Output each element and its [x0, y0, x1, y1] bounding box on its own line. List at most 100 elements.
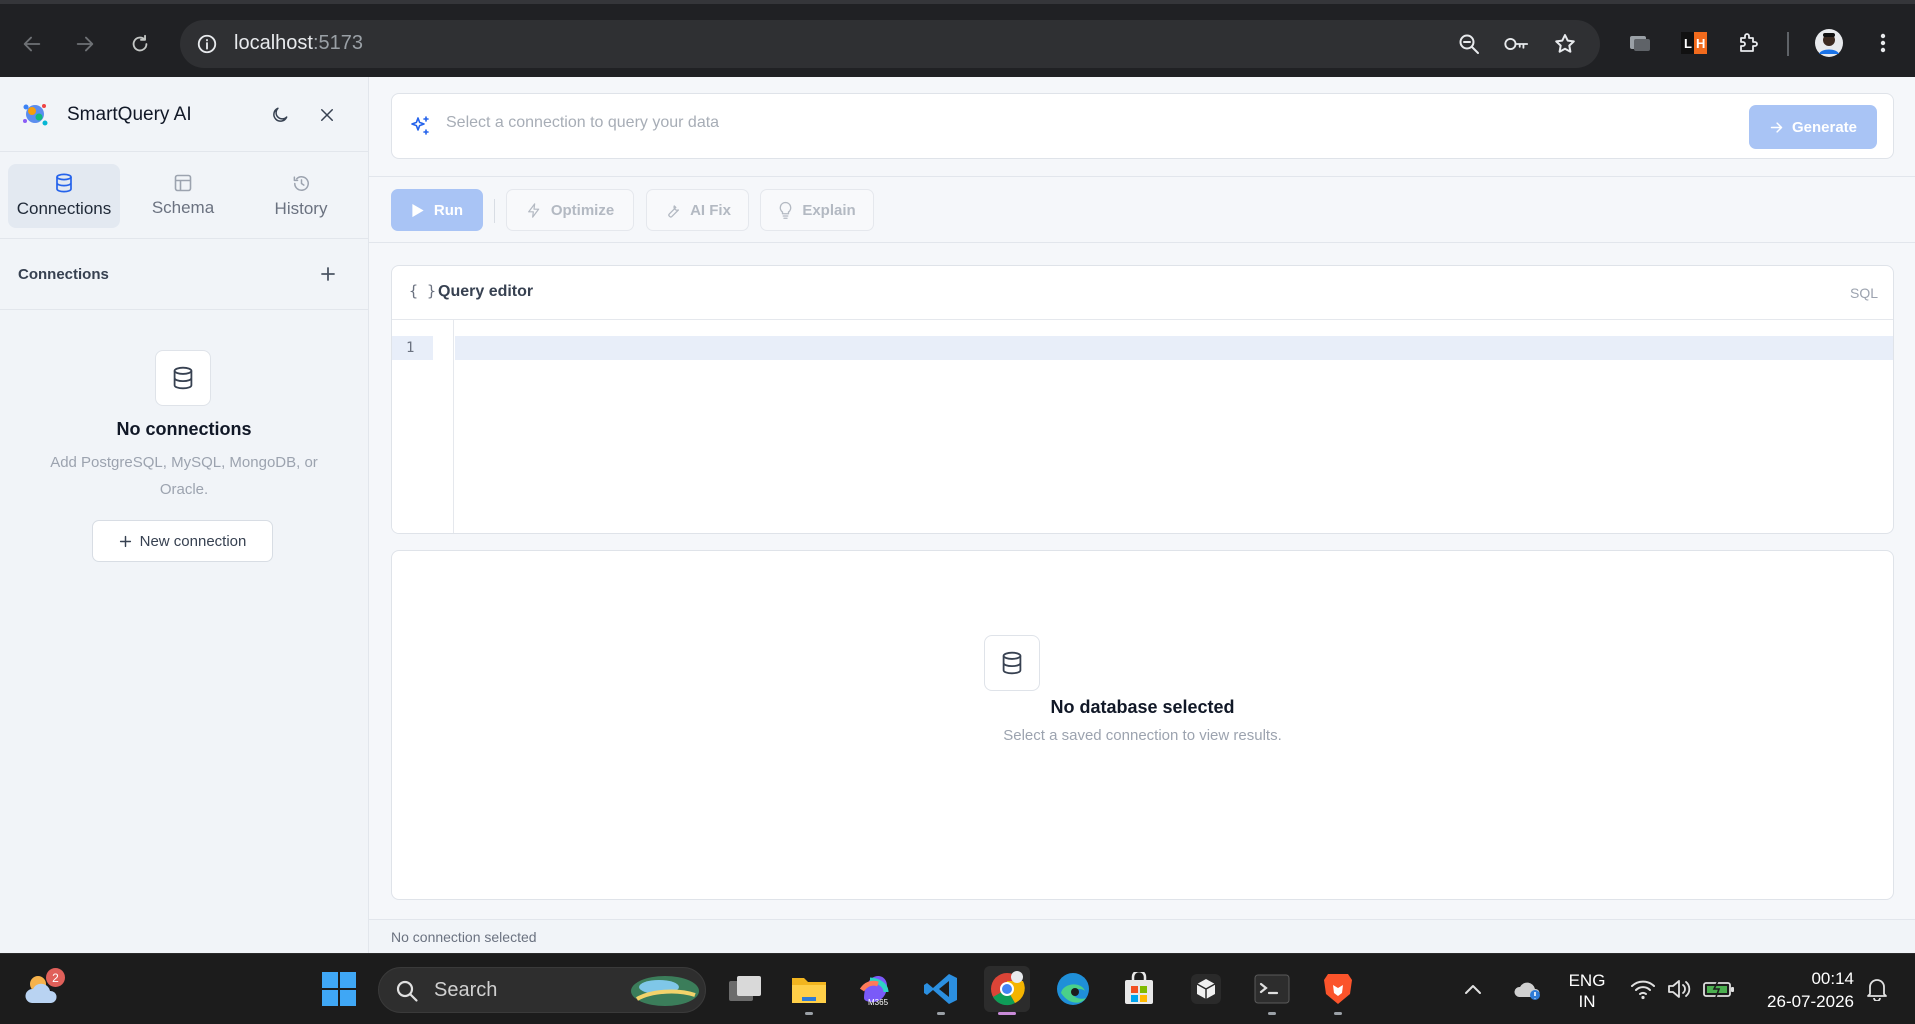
results-panel: No database selected Select a saved conn…	[391, 550, 1894, 900]
app-title: SmartQuery AI	[67, 104, 192, 125]
wrench-icon	[668, 204, 680, 218]
terminal-button[interactable]	[1249, 966, 1295, 1015]
explain-button[interactable]: Explain	[760, 189, 874, 231]
sql-code-input[interactable]	[455, 336, 1893, 360]
notion-like-app-button[interactable]	[1183, 966, 1229, 1012]
profile-avatar[interactable]	[1814, 28, 1844, 58]
generate-button[interactable]: Generate	[1749, 105, 1877, 149]
volume-status[interactable]	[1659, 966, 1699, 1012]
new-connection-button[interactable]: New connection	[92, 520, 273, 562]
sidebar-header: SmartQuery AI	[0, 77, 368, 152]
brave-lion-icon	[1324, 974, 1352, 1004]
running-indicator	[1334, 1012, 1342, 1015]
run-button[interactable]: Run	[391, 189, 483, 231]
no-connections-title: No connections	[116, 419, 252, 439]
url-text: localhost:5173	[234, 32, 363, 54]
running-indicator	[1268, 1012, 1276, 1015]
notification-bell-icon	[1867, 979, 1887, 1001]
bookmark-star-icon[interactable]	[1552, 31, 1578, 57]
search-icon	[396, 980, 418, 1002]
site-info-icon[interactable]	[194, 31, 220, 57]
ai-fix-button[interactable]: AI Fix	[646, 189, 749, 231]
onedrive-button[interactable]	[1508, 966, 1548, 1012]
reload-icon	[132, 34, 148, 52]
speaker-icon	[1668, 980, 1691, 998]
tab-history[interactable]: History	[245, 164, 357, 228]
terminal-icon	[1254, 974, 1290, 1004]
chrome-button[interactable]	[984, 966, 1030, 1015]
sidebar: SmartQuery AI Connections Schema History…	[0, 77, 369, 953]
table-icon	[174, 174, 192, 192]
status-bar: No connection selected	[369, 919, 1915, 953]
password-key-icon[interactable]	[1503, 31, 1529, 57]
weather-widget[interactable]: 2	[20, 966, 66, 1012]
edge-button[interactable]	[1050, 966, 1096, 1012]
store-icon	[1125, 972, 1153, 1004]
app-logo-icon	[23, 104, 48, 126]
smartquery-app: SmartQuery AI Connections Schema History…	[0, 77, 1915, 953]
code-braces-icon: { }	[409, 282, 437, 300]
vscode-button[interactable]	[918, 966, 964, 1015]
connections-header: Connections	[0, 240, 368, 310]
arrow-left-icon	[23, 36, 41, 52]
back-button[interactable]	[15, 27, 49, 61]
m365-copilot-icon: M365	[859, 976, 889, 1007]
database-icon	[56, 173, 72, 193]
database-icon	[173, 366, 193, 390]
running-indicator	[937, 1012, 945, 1015]
wifi-status[interactable]	[1623, 966, 1663, 1012]
battery-charging-icon	[1703, 980, 1734, 998]
windows-taskbar: 2 Search M365 ENG IN 00:14 26-07-2026	[0, 953, 1915, 1024]
extensions-puzzle-icon[interactable]	[1733, 28, 1763, 58]
address-bar[interactable]: localhost:5173	[180, 20, 1600, 68]
connections-heading: Connections	[18, 266, 109, 283]
optimize-button[interactable]: Optimize	[506, 189, 634, 231]
plus-icon	[119, 535, 131, 547]
active-indicator	[998, 1012, 1016, 1015]
task-view-button[interactable]	[722, 966, 768, 1012]
search-highlight-icon	[631, 976, 699, 1006]
tab-schema[interactable]: Schema	[127, 164, 239, 228]
weather-badge: 2	[46, 968, 65, 987]
arrow-right-icon	[1770, 121, 1783, 133]
onedrive-cloud-icon	[1514, 982, 1540, 1000]
battery-status[interactable]	[1697, 966, 1741, 1012]
svg-text:L: L	[1684, 36, 1692, 51]
query-editor-panel: { } Query editor SQL 1	[391, 265, 1894, 534]
history-icon	[293, 175, 309, 191]
reload-button[interactable]	[123, 27, 157, 61]
moon-icon	[273, 107, 288, 122]
prompt-input[interactable]: Select a connection to query your data	[446, 114, 719, 132]
start-button[interactable]	[316, 966, 362, 1012]
notifications-button[interactable]	[1862, 966, 1892, 1012]
show-hidden-icons-button[interactable]	[1458, 966, 1488, 1012]
toolbar-top-border	[369, 176, 1915, 177]
tab-groups-icon[interactable]	[1625, 28, 1655, 58]
taskbar-search[interactable]: Search	[378, 967, 706, 1013]
svg-text:H: H	[1696, 36, 1705, 51]
zoom-icon[interactable]	[1456, 31, 1482, 57]
microsoft-store-button[interactable]	[1116, 966, 1162, 1012]
database-icon	[1002, 651, 1022, 675]
plus-icon	[321, 267, 335, 281]
forward-button[interactable]	[68, 27, 102, 61]
editor-title: Query editor	[438, 283, 534, 300]
add-connection-button[interactable]	[315, 261, 341, 287]
toolbar-divider	[494, 199, 495, 223]
windows-logo-icon	[322, 972, 356, 1006]
folder-icon	[792, 978, 826, 1003]
chevron-up-icon	[1465, 985, 1481, 994]
no-connections-description: Add PostgreSQL, MySQL, MongoDB, or Oracl…	[50, 454, 318, 498]
browser-menu-icon[interactable]	[1868, 28, 1898, 58]
file-explorer-button[interactable]	[786, 966, 832, 1015]
input-language-indicator[interactable]: ENG IN	[1561, 970, 1613, 1012]
m365-copilot-button[interactable]: M365	[852, 966, 898, 1012]
tab-connections[interactable]: Connections	[8, 164, 120, 228]
close-sidebar-button[interactable]	[313, 101, 341, 129]
clock[interactable]: 00:14 26-07-2026	[1750, 967, 1854, 1013]
brave-button[interactable]	[1315, 966, 1361, 1015]
editor-header: { } Query editor SQL	[392, 266, 1893, 320]
theme-toggle-button[interactable]	[266, 101, 294, 129]
lighthouse-extension-icon[interactable]: LH	[1679, 28, 1709, 58]
toolbar-bottom-border	[369, 242, 1915, 243]
